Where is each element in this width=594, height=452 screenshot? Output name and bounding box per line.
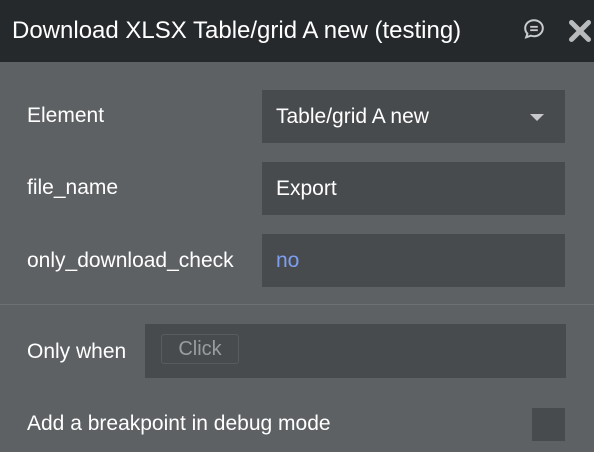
click-placeholder-chip[interactable]: Click <box>161 334 239 364</box>
element-dropdown-value: Table/grid A new <box>276 105 429 128</box>
element-dropdown[interactable]: Table/grid A new <box>262 90 565 143</box>
panel-title: Download XLSX Table/grid A new (testing) <box>12 17 462 44</box>
action-properties-panel: Download XLSX Table/grid A new (testing)… <box>0 0 594 452</box>
only-download-check-label: only_download_check <box>27 249 234 272</box>
only-download-check-input[interactable]: no <box>262 234 565 287</box>
only-when-condition-field[interactable]: Click <box>145 324 566 378</box>
only-download-check-value: no <box>276 249 300 272</box>
file-name-input[interactable]: Export <box>262 162 565 215</box>
breakpoint-checkbox[interactable] <box>532 408 565 441</box>
section-divider <box>0 304 594 305</box>
panel-header: Download XLSX Table/grid A new (testing) <box>0 0 594 62</box>
only-when-label: Only when <box>27 340 127 363</box>
chevron-down-icon <box>530 114 544 121</box>
comment-icon[interactable] <box>522 17 546 41</box>
file-name-label: file_name <box>27 176 119 199</box>
file-name-value: Export <box>276 177 337 200</box>
breakpoint-label: Add a breakpoint in debug mode <box>27 412 331 435</box>
close-icon[interactable] <box>568 19 592 43</box>
element-label: Element <box>27 104 105 127</box>
